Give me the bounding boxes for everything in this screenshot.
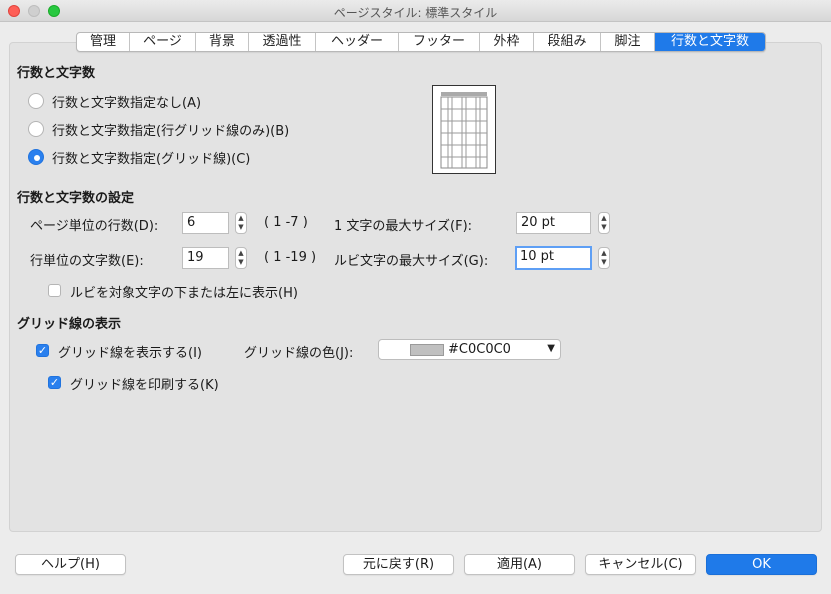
- title-bar: ページスタイル: 標準スタイル: [0, 0, 831, 22]
- lines-per-page-input[interactable]: 6: [182, 212, 229, 234]
- grid-color-value: #C0C0C0: [448, 342, 511, 357]
- page-grid-preview-icon: [440, 92, 488, 169]
- window-title: ページスタイル: 標準スタイル: [333, 6, 498, 20]
- grid-display-section-title: グリッド線の表示: [17, 317, 122, 332]
- print-grid-checkbox[interactable]: ✓: [48, 376, 61, 389]
- chars-per-line-label: 行単位の文字数(E):: [30, 254, 144, 269]
- max-char-size-label: 1 文字の最大サイズ(F):: [334, 219, 473, 234]
- chars-per-line-input[interactable]: 19: [182, 247, 229, 269]
- grid-preview-image: [432, 85, 496, 174]
- grid-color-swatch: [410, 344, 444, 356]
- ruby-below-checkbox[interactable]: [48, 284, 61, 297]
- tab-borders[interactable]: 外枠: [480, 33, 534, 51]
- chars-per-line-range: ( 1 -19 ): [264, 250, 317, 265]
- tab-organizer[interactable]: 管理: [77, 33, 130, 51]
- grid-color-dropdown[interactable]: #C0C0C0 ▼: [378, 339, 561, 360]
- tab-text-grid[interactable]: 行数と文字数: [655, 33, 765, 51]
- help-button[interactable]: ヘルプ(H): [15, 554, 126, 575]
- max-char-size-input[interactable]: 20 pt: [516, 212, 591, 234]
- radio-no-grid-label[interactable]: 行数と文字数指定なし(A): [52, 92, 201, 111]
- ok-button[interactable]: OK: [706, 554, 817, 575]
- layout-settings-section-title: 行数と文字数の設定: [17, 191, 135, 206]
- tab-header[interactable]: ヘッダー: [316, 33, 399, 51]
- lines-per-page-label: ページ単位の行数(D):: [30, 219, 159, 234]
- chars-per-line-stepper[interactable]: ▲ ▼: [235, 247, 247, 269]
- tab-columns[interactable]: 段組み: [534, 33, 601, 51]
- reset-button[interactable]: 元に戻す(R): [343, 554, 454, 575]
- max-char-size-stepper[interactable]: ▲ ▼: [598, 212, 610, 234]
- radio-lines-only-grid-label[interactable]: 行数と文字数指定(行グリッド線のみ)(B): [52, 120, 289, 139]
- grid-mode-section-title: 行数と文字数: [17, 66, 96, 81]
- radio-no-grid[interactable]: [28, 93, 44, 109]
- lines-per-page-stepper[interactable]: ▲ ▼: [235, 212, 247, 234]
- tab-footnote[interactable]: 脚注: [601, 33, 655, 51]
- cancel-button[interactable]: キャンセル(C): [585, 554, 696, 575]
- lines-per-page-range: ( 1 -7 ): [264, 215, 308, 230]
- tab-bar: 管理 ページ 背景 透過性 ヘッダー フッター 外枠 段組み 脚注 行数と文字数: [76, 32, 766, 52]
- radio-lines-only-grid[interactable]: [28, 121, 44, 137]
- show-grid-checkbox[interactable]: ✓: [36, 344, 49, 357]
- max-ruby-size-input[interactable]: 10 pt: [515, 246, 592, 270]
- tab-page[interactable]: ページ: [130, 33, 196, 51]
- max-ruby-size-stepper[interactable]: ▲ ▼: [598, 247, 610, 269]
- radio-full-grid-label[interactable]: 行数と文字数指定(グリッド線)(C): [52, 148, 250, 167]
- max-ruby-size-label: ルビ文字の最大サイズ(G):: [334, 254, 489, 269]
- print-grid-label[interactable]: グリッド線を印刷する(K): [70, 374, 219, 393]
- chevron-down-icon: ▼: [547, 343, 555, 354]
- show-grid-label[interactable]: グリッド線を表示する(I): [58, 342, 202, 361]
- apply-button[interactable]: 適用(A): [464, 554, 575, 575]
- grid-color-label: グリッド線の色(J):: [244, 346, 354, 361]
- tab-area[interactable]: 背景: [196, 33, 249, 51]
- ruby-below-label[interactable]: ルビを対象文字の下または左に表示(H): [70, 282, 298, 301]
- radio-full-grid[interactable]: [28, 149, 44, 165]
- tab-footer[interactable]: フッター: [399, 33, 480, 51]
- tab-transparency[interactable]: 透過性: [249, 33, 316, 51]
